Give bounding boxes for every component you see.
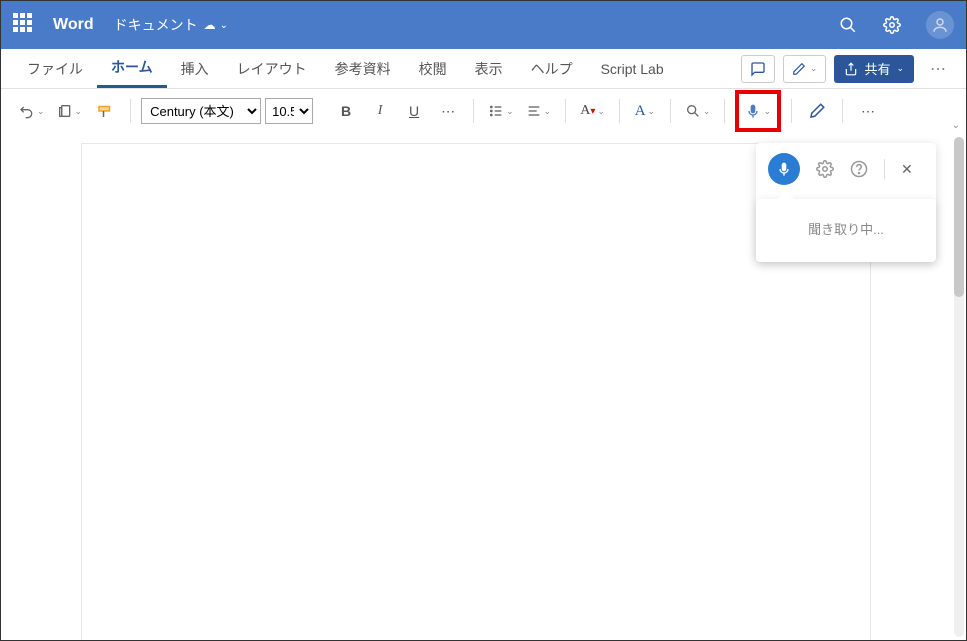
italic-button[interactable]: I [365,96,395,126]
document-area: ✕ 聞き取り中... [1,133,966,640]
settings-gear-icon[interactable] [882,15,902,35]
chevron-down-icon: ⌄ [75,106,83,117]
collapse-ribbon-icon[interactable]: ⌄ [952,120,960,131]
toolbar-more-button[interactable]: ⋯ [853,96,883,126]
font-color-button[interactable]: A▾ ⌄ [576,96,609,126]
clipboard-button[interactable]: ⌄ [53,96,87,126]
popup-separator [884,159,885,179]
document-page[interactable] [81,143,871,640]
dictate-button[interactable]: ⌄ [741,96,775,126]
chevron-down-icon: ⌄ [703,106,711,117]
chevron-down-icon: ⌄ [597,106,605,117]
chevron-down-icon: ⌄ [506,106,514,117]
chevron-down-icon: ⌄ [37,106,45,117]
toolbar-separator [842,99,843,123]
find-button[interactable]: ⌄ [681,96,715,126]
vertical-scrollbar[interactable] [954,137,964,637]
dictation-settings-icon[interactable] [816,160,834,178]
chevron-down-icon: ⌄ [544,106,552,117]
ribbon-more-icon[interactable]: ⋯ [922,59,954,79]
italic-icon: I [378,103,383,119]
bold-icon: B [341,103,351,119]
user-avatar-icon[interactable] [926,11,954,39]
toolbar-separator [130,99,131,123]
underline-button[interactable]: U [399,96,429,126]
dictation-mic-button[interactable] [768,153,800,185]
title-bar-right [838,11,954,39]
tab-insert[interactable]: 挿入 [167,49,223,88]
underline-icon: U [409,103,419,119]
dictate-button-highlighted: ⌄ [735,90,781,132]
font-name-select[interactable]: Century (本文) [141,98,261,124]
share-label: 共有 [864,59,890,78]
dictation-close-icon[interactable]: ✕ [901,161,913,178]
document-name[interactable]: ドキュメント [114,15,198,35]
styles-icon: A [635,103,646,120]
tab-file[interactable]: ファイル [13,49,97,88]
chevron-down-icon: ⌄ [810,63,818,74]
chevron-down-icon: ⌄ [763,106,771,117]
tab-layout[interactable]: レイアウト [223,49,321,88]
popup-pointer-icon [778,191,794,199]
styles-button[interactable]: A ⌄ [630,96,660,126]
bullets-button[interactable]: ⌄ [484,96,518,126]
dictation-status-text: 聞き取り中... [808,222,884,237]
dictation-popup: ✕ 聞き取り中... [756,143,936,262]
toolbar-separator [473,99,474,123]
dictation-popup-header: ✕ [756,143,936,195]
title-bar: Word ドキュメント ☁ ⌄ [1,1,966,49]
tab-home[interactable]: ホーム [97,49,167,88]
ribbon-tabs: ファイル ホーム 挿入 レイアウト 参考資料 校閲 表示 ヘルプ Script … [1,49,966,89]
toolbar-separator [724,99,725,123]
dictation-help-icon[interactable] [850,160,868,178]
toolbar-separator [791,99,792,123]
font-color-icon: A [580,103,590,119]
toolbar-separator [619,99,620,123]
share-button[interactable]: 共有 ⌄ [834,55,914,83]
home-toolbar: ⌄ ⌄ Century (本文) 10.5 B I U ⋯ ⌄ ⌄ A▾ ⌄ A… [1,89,966,133]
format-painter-button[interactable] [90,96,120,126]
chevron-down-icon: ⌄ [648,106,656,117]
tab-review[interactable]: 校閲 [405,49,461,88]
tab-references[interactable]: 参考資料 [321,49,405,88]
toolbar-separator [670,99,671,123]
tab-scriptlab[interactable]: Script Lab [587,49,678,88]
cloud-saved-icon: ☁ [204,18,216,32]
scrollbar-thumb[interactable] [954,137,964,297]
editor-button[interactable] [802,96,832,126]
dictation-status-panel: 聞き取り中... [756,199,936,262]
alignment-button[interactable]: ⌄ [522,96,556,126]
tab-help[interactable]: ヘルプ [517,49,587,88]
font-more-button[interactable]: ⋯ [433,96,463,126]
font-size-select[interactable]: 10.5 [265,98,313,124]
search-icon[interactable] [838,15,858,35]
ribbon-tabs-right: ⌄ 共有 ⌄ ⋯ [741,55,954,83]
undo-button[interactable]: ⌄ [15,96,49,126]
chevron-down-icon: ⌄ [896,63,904,74]
document-name-dropdown[interactable]: ⌄ [220,20,228,31]
app-name: Word [53,16,94,34]
comments-button[interactable] [741,55,775,83]
toolbar-separator [565,99,566,123]
bold-button[interactable]: B [331,96,361,126]
app-launcher-icon[interactable] [13,13,37,37]
tab-view[interactable]: 表示 [461,49,517,88]
editing-mode-button[interactable]: ⌄ [783,55,827,83]
